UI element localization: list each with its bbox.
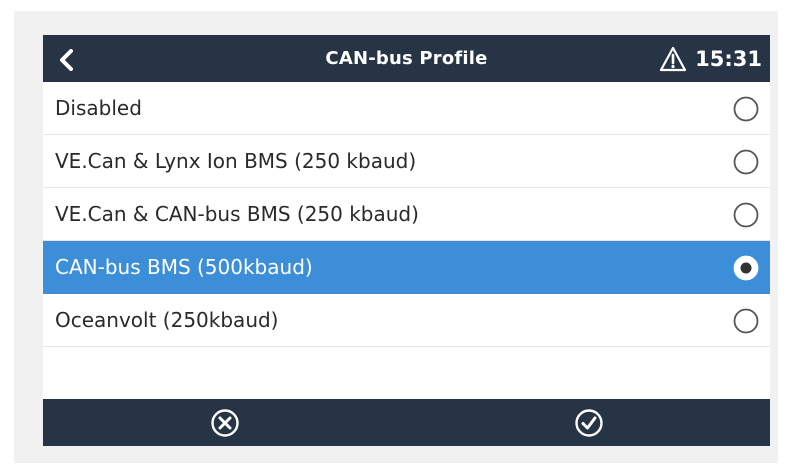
- list-item-selected[interactable]: CAN-bus BMS (500kbaud): [43, 241, 770, 294]
- clock: 15:31: [695, 46, 762, 71]
- list-item-label: VE.Can & Lynx Ion BMS (250 kbaud): [55, 149, 417, 173]
- list-item-label: Disabled: [55, 96, 142, 120]
- radio-unselected-icon[interactable]: [732, 307, 760, 335]
- list-item[interactable]: VE.Can & CAN-bus BMS (250 kbaud): [43, 188, 770, 241]
- confirm-button[interactable]: [407, 399, 770, 446]
- list-item[interactable]: Disabled: [43, 82, 770, 135]
- footer-bar: [43, 399, 770, 446]
- list-item[interactable]: VE.Can & Lynx Ion BMS (250 kbaud): [43, 135, 770, 188]
- radio-unselected-icon[interactable]: [732, 201, 760, 229]
- cancel-circle-icon: [210, 409, 239, 437]
- list-item[interactable]: Oceanvolt (250kbaud): [43, 294, 770, 347]
- profile-list: Disabled VE.Can & Lynx Ion BMS (250 kbau…: [43, 82, 770, 347]
- header-bar: CAN-bus Profile 15:31: [43, 35, 770, 82]
- warning-triangle-icon: [660, 46, 687, 71]
- list-item-label: CAN-bus BMS (500kbaud): [55, 255, 313, 279]
- radio-selected-icon[interactable]: [732, 254, 760, 282]
- screen: CAN-bus Profile 15:31 Disabled VE.Can & …: [43, 35, 770, 446]
- list-item-label: VE.Can & CAN-bus BMS (250 kbaud): [55, 202, 419, 226]
- check-circle-icon: [574, 409, 603, 437]
- radio-unselected-icon[interactable]: [732, 95, 760, 123]
- cancel-button[interactable]: [43, 399, 406, 446]
- list-item-label: Oceanvolt (250kbaud): [55, 308, 279, 332]
- radio-unselected-icon[interactable]: [732, 148, 760, 176]
- status-area: 15:31: [659, 35, 762, 82]
